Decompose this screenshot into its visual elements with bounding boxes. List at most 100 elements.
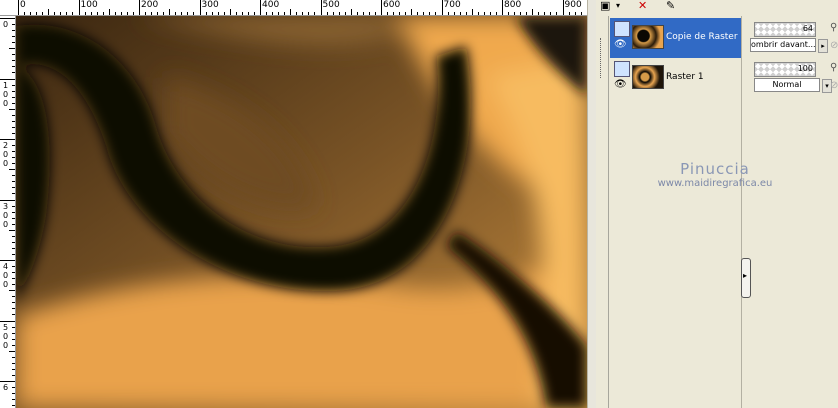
ruler-tick xyxy=(471,9,473,15)
ruler-tick xyxy=(332,12,334,15)
ruler-tick xyxy=(12,175,15,177)
ruler-tick xyxy=(90,12,92,15)
ruler-tick xyxy=(102,12,104,15)
ruler-tick xyxy=(308,12,310,15)
ruler-label: 0 xyxy=(2,219,9,229)
ruler-tick xyxy=(260,0,261,15)
ruler-tick xyxy=(12,72,15,74)
ruler-tick xyxy=(429,12,431,15)
palette-splitter-handle[interactable]: ▸ xyxy=(741,258,751,298)
canvas-scrollbar[interactable] xyxy=(587,0,596,408)
ruler-label: 3 xyxy=(2,201,9,211)
ruler-tick xyxy=(550,12,552,15)
ruler-tick xyxy=(580,12,582,15)
ruler-tick xyxy=(169,9,171,15)
image-canvas[interactable] xyxy=(16,16,587,408)
lock-icon[interactable]: ⊘ xyxy=(830,80,838,91)
opacity-slider-layer-2[interactable]: 100 xyxy=(754,62,816,77)
ruler-tick xyxy=(12,387,15,389)
ruler-tick xyxy=(326,12,328,15)
opacity-value: 100 xyxy=(797,64,813,73)
ruler-tick xyxy=(502,0,503,15)
layer-name: Copie de Raster 1 xyxy=(666,32,747,42)
ruler-tick xyxy=(12,66,15,68)
raster-layer-icon xyxy=(614,61,630,77)
ruler-tick xyxy=(12,114,15,116)
layer-row-raster-1[interactable]: 👁 Raster 1 xyxy=(610,58,741,98)
eye-icon[interactable]: 👁 xyxy=(614,40,627,50)
ruler-label: 400 xyxy=(262,0,280,10)
ruler-tick xyxy=(338,12,340,15)
ruler-tick xyxy=(393,12,395,15)
horizontal-ruler: 0 100 200 300 400 500 600 700 800 900 xyxy=(0,0,592,16)
lock-icon[interactable]: ⊘ xyxy=(830,40,838,51)
ruler-tick xyxy=(568,12,570,15)
ruler-label: 0 xyxy=(2,271,9,280)
blend-mode-select-layer-1[interactable]: ombrir davant... xyxy=(750,38,816,52)
eye-icon[interactable]: 👁 xyxy=(614,80,627,90)
watermark-title: Pinuccia xyxy=(680,160,750,178)
ruler-tick xyxy=(514,12,516,15)
ruler-tick xyxy=(12,60,15,62)
ruler-tick xyxy=(114,12,116,15)
ruler-tick xyxy=(9,169,15,171)
ruler-tick xyxy=(12,120,15,122)
ruler-tick xyxy=(12,42,15,44)
delete-layer-icon[interactable]: ✕ xyxy=(638,0,647,12)
ruler-tick xyxy=(12,344,15,346)
ruler-tick xyxy=(132,12,134,15)
ruler-tick xyxy=(574,12,576,15)
new-layer-icon[interactable]: ▣ xyxy=(600,0,610,12)
ruler-label: 0 xyxy=(2,340,9,350)
ruler-tick xyxy=(12,314,15,316)
ruler-tick xyxy=(483,12,485,15)
layer-name: Raster 1 xyxy=(666,72,704,82)
ruler-tick xyxy=(423,12,425,15)
ruler-tick xyxy=(12,368,15,370)
opacity-slider-layer-1[interactable]: 64 xyxy=(754,22,816,37)
ruler-tick xyxy=(12,399,15,401)
ruler-tick xyxy=(0,199,15,201)
ruler-tick xyxy=(12,278,15,280)
ruler-tick xyxy=(489,12,491,15)
layer-thumbnail xyxy=(632,65,664,89)
ruler-tick xyxy=(12,326,15,328)
layer-row-copie-de-raster-1[interactable]: 👁 Copie de Raster 1 xyxy=(610,18,746,58)
ruler-tick xyxy=(66,12,68,15)
watermark: Pinuccia www.maidiregrafica.eu xyxy=(640,160,790,189)
canvas-image xyxy=(16,16,587,408)
ruler-tick xyxy=(12,24,15,26)
chevron-right-icon[interactable]: ▸ xyxy=(818,39,828,53)
link-icon[interactable]: ⚲ xyxy=(830,22,837,33)
ruler-tick xyxy=(441,0,443,15)
ruler-tick xyxy=(381,0,382,15)
chevron-right-icon: ▸ xyxy=(743,271,748,280)
ruler-tick xyxy=(465,12,467,15)
ruler-tick xyxy=(532,9,534,15)
ruler-tick xyxy=(12,54,15,56)
ruler-label: 0 xyxy=(2,150,9,159)
ruler-tick xyxy=(241,12,243,15)
ruler-tick xyxy=(12,205,15,207)
ruler-tick xyxy=(229,9,231,15)
ruler-tick xyxy=(163,12,165,15)
ruler-label: 0 xyxy=(2,89,9,99)
ruler-tick xyxy=(12,96,15,98)
ruler-tick xyxy=(344,12,346,15)
blend-mode-value: Normal xyxy=(772,80,802,89)
chevron-down-icon[interactable]: ▾ xyxy=(616,0,620,12)
ruler-tick xyxy=(12,223,15,225)
ruler-tick xyxy=(120,12,122,15)
ruler-tick xyxy=(253,12,255,15)
link-icon[interactable]: ⚲ xyxy=(830,62,837,73)
ruler-tick xyxy=(0,78,15,80)
ruler-tick xyxy=(12,374,15,376)
ruler-label: 0 xyxy=(20,0,26,10)
ruler-label: 0 xyxy=(2,210,9,220)
ruler-tick xyxy=(223,12,225,15)
ruler-tick xyxy=(12,163,15,165)
blend-mode-select-layer-2[interactable]: Normal xyxy=(754,78,820,92)
ruler-tick xyxy=(187,12,189,15)
edit-layer-icon[interactable]: ✎ xyxy=(666,0,675,12)
opacity-value: 64 xyxy=(802,24,813,33)
